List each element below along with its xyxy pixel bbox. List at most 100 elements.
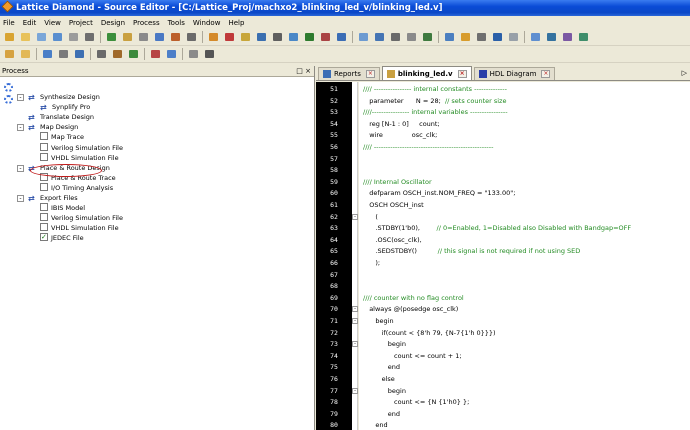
- toolbar-button-icon[interactable]: [443, 31, 456, 43]
- toolbar-button-icon[interactable]: [507, 31, 520, 43]
- fold-toggle-icon[interactable]: -: [352, 387, 358, 394]
- toolbar-button-icon[interactable]: [111, 48, 124, 60]
- process-tree-item[interactable]: JEDEC File: [40, 232, 84, 243]
- toolbar-button-icon[interactable]: [491, 31, 504, 43]
- toolbar-button-icon[interactable]: [319, 31, 332, 43]
- code-text: end: [363, 409, 401, 418]
- process-tree-item[interactable]: ⇄ Synthesize Design: [28, 92, 100, 102]
- toolbar-button-icon[interactable]: [255, 31, 268, 43]
- menu-edit[interactable]: Edit: [23, 19, 37, 27]
- toolbar-button-icon[interactable]: [405, 31, 418, 43]
- toolbar-button-icon[interactable]: [153, 31, 166, 43]
- toolbar-button-icon[interactable]: [169, 31, 182, 43]
- toolbar-button-icon[interactable]: [35, 31, 48, 43]
- process-tree-item[interactable]: Map Trace: [40, 132, 84, 142]
- toolbar-button-icon[interactable]: [357, 31, 370, 43]
- toolbar-button-icon[interactable]: [57, 48, 70, 60]
- toolbar-button-icon[interactable]: [303, 31, 316, 43]
- toolbar-button-icon[interactable]: [73, 48, 86, 60]
- process-tree-item[interactable]: ⇄ Synplify Pro: [40, 102, 90, 112]
- toolbar-button-icon[interactable]: [105, 31, 118, 43]
- tree-expander-icon[interactable]: -: [17, 124, 24, 132]
- menu-process[interactable]: Process: [133, 19, 160, 27]
- close-tab-icon[interactable]: ×: [457, 69, 467, 78]
- toolbar-button-icon[interactable]: [127, 48, 140, 60]
- toolbar-button-icon[interactable]: [19, 48, 32, 60]
- fold-toggle-icon[interactable]: -: [352, 306, 358, 313]
- tree-expander-icon[interactable]: -: [17, 195, 24, 202]
- toolbar-button-icon[interactable]: [137, 31, 150, 43]
- menu-file[interactable]: File: [3, 19, 15, 27]
- code-text: end: [363, 421, 388, 430]
- toolbar-button-icon[interactable]: [223, 31, 236, 43]
- fold-toggle-icon[interactable]: -: [352, 341, 358, 348]
- process-tree-item[interactable]: Verilog Simulation File: [40, 213, 123, 223]
- toolbar-button-icon[interactable]: [335, 31, 348, 43]
- toolbar-button-icon[interactable]: [51, 31, 64, 43]
- toolbar-button-icon[interactable]: [577, 31, 590, 43]
- process-tree-item[interactable]: IBIS Model: [40, 203, 85, 213]
- menu-help[interactable]: Help: [228, 19, 244, 27]
- tab-scroll-button[interactable]: ▷: [682, 69, 687, 77]
- tab-blinking-led-v[interactable]: blinking_led.v ×: [381, 66, 472, 80]
- process-tree-item[interactable]: ⇄ Export Files: [28, 193, 78, 203]
- close-tab-icon[interactable]: ×: [365, 70, 375, 78]
- unchecked-checkbox-icon[interactable]: [40, 203, 48, 212]
- menu-tools[interactable]: Tools: [168, 19, 185, 27]
- toolbar-button-icon[interactable]: [83, 31, 96, 43]
- process-tree-item[interactable]: ⇄ Map Design: [28, 122, 78, 132]
- toolbar-button-icon[interactable]: [421, 31, 434, 43]
- toolbar-button-icon[interactable]: [165, 48, 178, 60]
- code-line: end: [363, 362, 400, 373]
- unchecked-checkbox-icon[interactable]: [40, 223, 48, 232]
- toolbar-button-icon[interactable]: [271, 31, 284, 43]
- toolbar-button-icon[interactable]: [3, 31, 16, 43]
- toolbar-button-icon[interactable]: [529, 31, 542, 43]
- menu-project[interactable]: Project: [69, 19, 93, 27]
- unchecked-checkbox-icon[interactable]: [40, 142, 48, 151]
- toolbar-button-icon[interactable]: [185, 31, 198, 43]
- toolbar-button-icon[interactable]: [149, 48, 162, 60]
- toolbar-button-icon[interactable]: [239, 31, 252, 43]
- tab-hdl-diagram[interactable]: HDL Diagram ×: [473, 67, 556, 80]
- toolbar-button-icon[interactable]: [459, 31, 472, 43]
- code-area[interactable]: //// ---------------- internal constants…: [359, 82, 690, 430]
- toolbar-button-icon[interactable]: [3, 48, 16, 60]
- toolbar-button-icon[interactable]: [203, 48, 216, 60]
- line-number: 54: [330, 119, 338, 128]
- process-tree-item[interactable]: VHDL Simulation File: [40, 223, 119, 233]
- toolbar-button-icon[interactable]: [95, 48, 108, 60]
- tree-expander-icon[interactable]: -: [17, 164, 24, 172]
- toolbar-button-icon[interactable]: [545, 31, 558, 43]
- toolbar-button-icon[interactable]: [121, 31, 134, 43]
- unchecked-checkbox-icon[interactable]: [40, 213, 48, 222]
- toolbar-button-icon[interactable]: [187, 48, 200, 60]
- toolbar-button-icon[interactable]: [19, 31, 32, 43]
- toolbar-button-icon[interactable]: [41, 48, 54, 60]
- toolbar-button-icon[interactable]: [389, 31, 402, 43]
- toolbar-button-icon[interactable]: [67, 31, 80, 43]
- process-tree-item[interactable]: I/O Timing Analysis: [40, 182, 113, 193]
- code-line: if(count < {8'h 79, {N-7{1'h 0}}}): [363, 328, 496, 339]
- unchecked-checkbox-icon[interactable]: [40, 182, 48, 191]
- process-tree-item[interactable]: Verilog Simulation File: [40, 142, 123, 153]
- fold-toggle-icon[interactable]: -: [352, 213, 358, 220]
- close-tab-icon[interactable]: ×: [541, 70, 551, 78]
- toolbar-button-icon[interactable]: [287, 31, 300, 43]
- tree-expander-icon[interactable]: -: [17, 94, 24, 101]
- unchecked-checkbox-icon[interactable]: [40, 152, 48, 161]
- toolbar-button-icon[interactable]: [373, 31, 386, 43]
- toolbar-button-icon[interactable]: [475, 31, 488, 43]
- process-tree-item[interactable]: VHDL Simulation File: [40, 152, 119, 163]
- process-tree-item[interactable]: ⇄ Translate Design: [28, 112, 94, 122]
- menu-design[interactable]: Design: [101, 19, 125, 27]
- fold-toggle-icon[interactable]: -: [352, 318, 358, 324]
- menu-window[interactable]: Window: [193, 19, 221, 27]
- menu-view[interactable]: View: [44, 19, 61, 27]
- unchecked-checkbox-icon[interactable]: [40, 132, 48, 141]
- checked-checkbox-icon[interactable]: [40, 232, 48, 242]
- toolbar-button-icon[interactable]: [561, 31, 574, 43]
- tab-reports[interactable]: Reports ×: [318, 67, 380, 80]
- toolbar-button-icon[interactable]: [207, 31, 220, 43]
- process-panel-window-buttons[interactable]: □ ×: [296, 66, 311, 77]
